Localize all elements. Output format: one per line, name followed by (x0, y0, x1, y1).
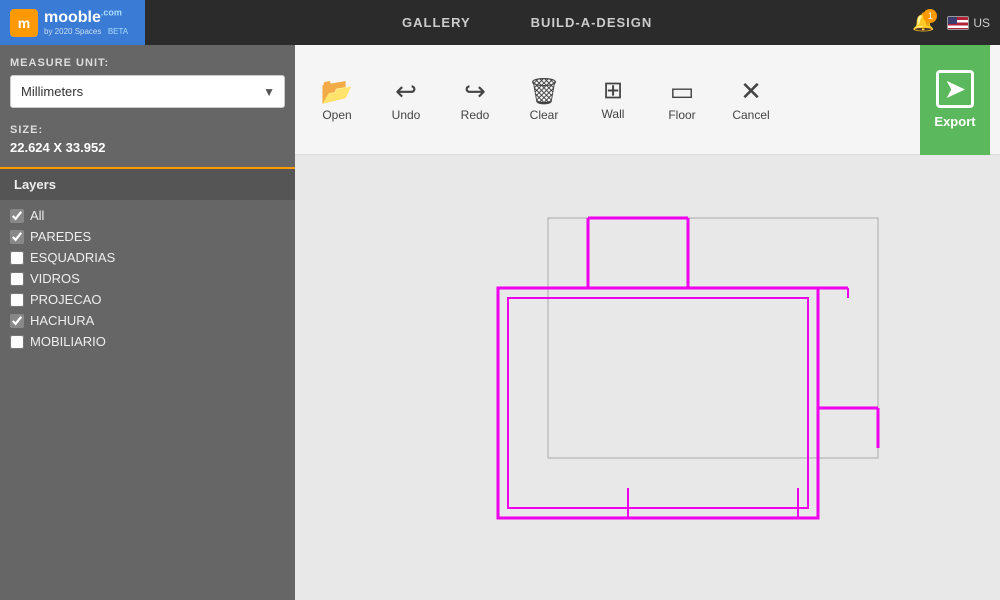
layer-label: ESQUADRIAS (30, 250, 115, 265)
layer-label: HACHURA (30, 313, 94, 328)
logo-name: mooble.com (44, 9, 122, 26)
floor-plan-svg (468, 208, 898, 548)
undo-icon: ↩ (395, 78, 417, 104)
trash-icon: 🗑 (527, 78, 560, 104)
cancel-label: Cancel (732, 108, 769, 122)
size-label: SIZE: (10, 124, 285, 136)
measure-select[interactable]: Millimeters (10, 75, 285, 108)
layer-checkbox-hachura[interactable] (10, 314, 24, 328)
export-icon: ➤ (936, 70, 974, 108)
top-navigation: m mooble.com by 2020 Spaces BETA GALLERY… (0, 0, 1000, 45)
undo-button[interactable]: ↩ Undo (374, 55, 438, 145)
cancel-button[interactable]: ✕ Cancel (719, 55, 783, 145)
left-panel: MEASURE UNIT: Millimeters ▼ SIZE: 22.624… (0, 45, 295, 600)
size-section: SIZE: 22.624 X 33.952 (0, 116, 295, 163)
region-selector[interactable]: US (947, 16, 990, 30)
undo-label: Undo (392, 108, 421, 122)
toolbar: 📂 Open ↩ Undo ↪ Redo 🗑 Clear ⊞ Wall ▭ Fl (295, 45, 1000, 155)
layer-item: PAREDES (10, 229, 285, 244)
layer-checkbox-esquadrias[interactable] (10, 251, 24, 265)
redo-button[interactable]: ↪ Redo (443, 55, 507, 145)
layer-item: All (10, 208, 285, 223)
layer-item: ESQUADRIAS (10, 250, 285, 265)
layer-item: HACHURA (10, 313, 285, 328)
nav-links: GALLERY BUILD-A-DESIGN (145, 15, 909, 30)
layers-list: All PAREDES ESQUADRIAS VIDROS PROJECAO HACHUR… (0, 200, 295, 357)
region-label: US (973, 16, 990, 30)
size-value: 22.624 X 33.952 (10, 140, 285, 155)
clear-label: Clear (530, 108, 559, 122)
wall-button[interactable]: ⊞ Wall (581, 55, 645, 145)
redo-icon: ↪ (464, 78, 486, 104)
folder-icon: 📂 (321, 78, 353, 104)
nav-right: 🔔 1 US (909, 9, 1000, 37)
measure-label: MEASURE UNIT: (10, 57, 285, 69)
layer-checkbox-mobiliario[interactable] (10, 335, 24, 349)
open-label: Open (322, 108, 351, 122)
clear-button[interactable]: 🗑 Clear (512, 55, 576, 145)
layer-item: PROJECAO (10, 292, 285, 307)
export-button[interactable]: ➤ Export (920, 45, 990, 155)
layer-checkbox-all[interactable] (10, 209, 24, 223)
notification-button[interactable]: 🔔 1 (909, 9, 937, 37)
logo-sub: by 2020 Spaces BETA (44, 27, 128, 36)
redo-label: Redo (461, 108, 490, 122)
floor-label: Floor (668, 108, 695, 122)
logo[interactable]: m mooble.com by 2020 Spaces BETA (0, 0, 145, 45)
layer-checkbox-vidros[interactable] (10, 272, 24, 286)
floor-button[interactable]: ▭ Floor (650, 55, 714, 145)
notification-badge: 1 (923, 9, 937, 23)
measure-section: MEASURE UNIT: Millimeters ▼ (0, 45, 295, 116)
canvas-area[interactable] (295, 155, 1000, 600)
main-layout: MEASURE UNIT: Millimeters ▼ SIZE: 22.624… (0, 45, 1000, 600)
layers-header: Layers (0, 167, 295, 200)
layer-item: MOBILIARIO (10, 334, 285, 349)
layer-item: VIDROS (10, 271, 285, 286)
measure-select-wrap: Millimeters ▼ (10, 75, 285, 108)
layer-label: PAREDES (30, 229, 91, 244)
layer-label: All (30, 208, 44, 223)
build-a-design-link[interactable]: BUILD-A-DESIGN (531, 15, 653, 30)
floor-icon: ▭ (670, 78, 695, 104)
cancel-icon: ✕ (740, 78, 762, 104)
logo-icon: m (10, 9, 38, 37)
right-area: 📂 Open ↩ Undo ↪ Redo 🗑 Clear ⊞ Wall ▭ Fl (295, 45, 1000, 600)
layer-label: MOBILIARIO (30, 334, 106, 349)
layer-checkbox-projecao[interactable] (10, 293, 24, 307)
wall-icon: ⊞ (603, 79, 623, 103)
flag-canton (948, 17, 957, 24)
layer-label: VIDROS (30, 271, 80, 286)
layer-checkbox-paredes[interactable] (10, 230, 24, 244)
layer-label: PROJECAO (30, 292, 102, 307)
wall-label: Wall (602, 107, 625, 121)
gallery-link[interactable]: GALLERY (402, 15, 471, 30)
logo-com: .com (101, 8, 122, 18)
flag-icon (947, 16, 969, 30)
logo-text-group: mooble.com by 2020 Spaces BETA (44, 9, 128, 36)
open-button[interactable]: 📂 Open (305, 55, 369, 145)
export-label: Export (934, 114, 975, 129)
